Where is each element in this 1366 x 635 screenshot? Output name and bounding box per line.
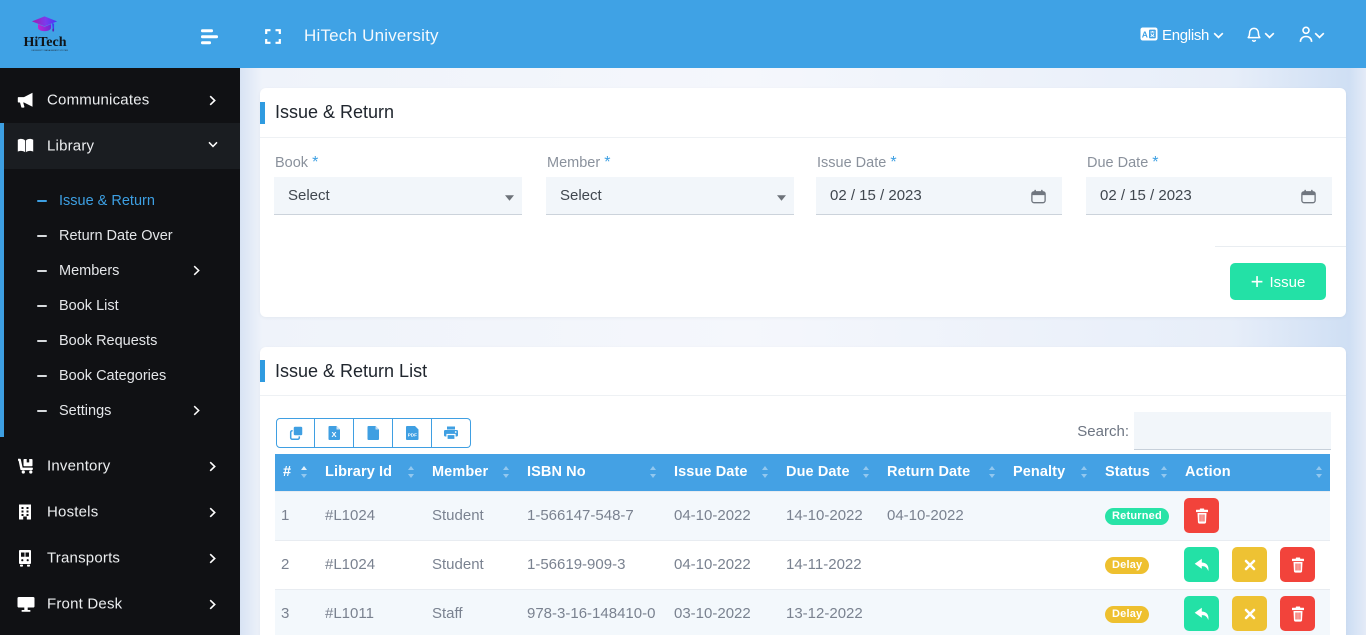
svg-text:PDF: PDF <box>408 433 417 438</box>
svg-text:A: A <box>1142 29 1148 39</box>
svg-text:X: X <box>331 430 336 439</box>
